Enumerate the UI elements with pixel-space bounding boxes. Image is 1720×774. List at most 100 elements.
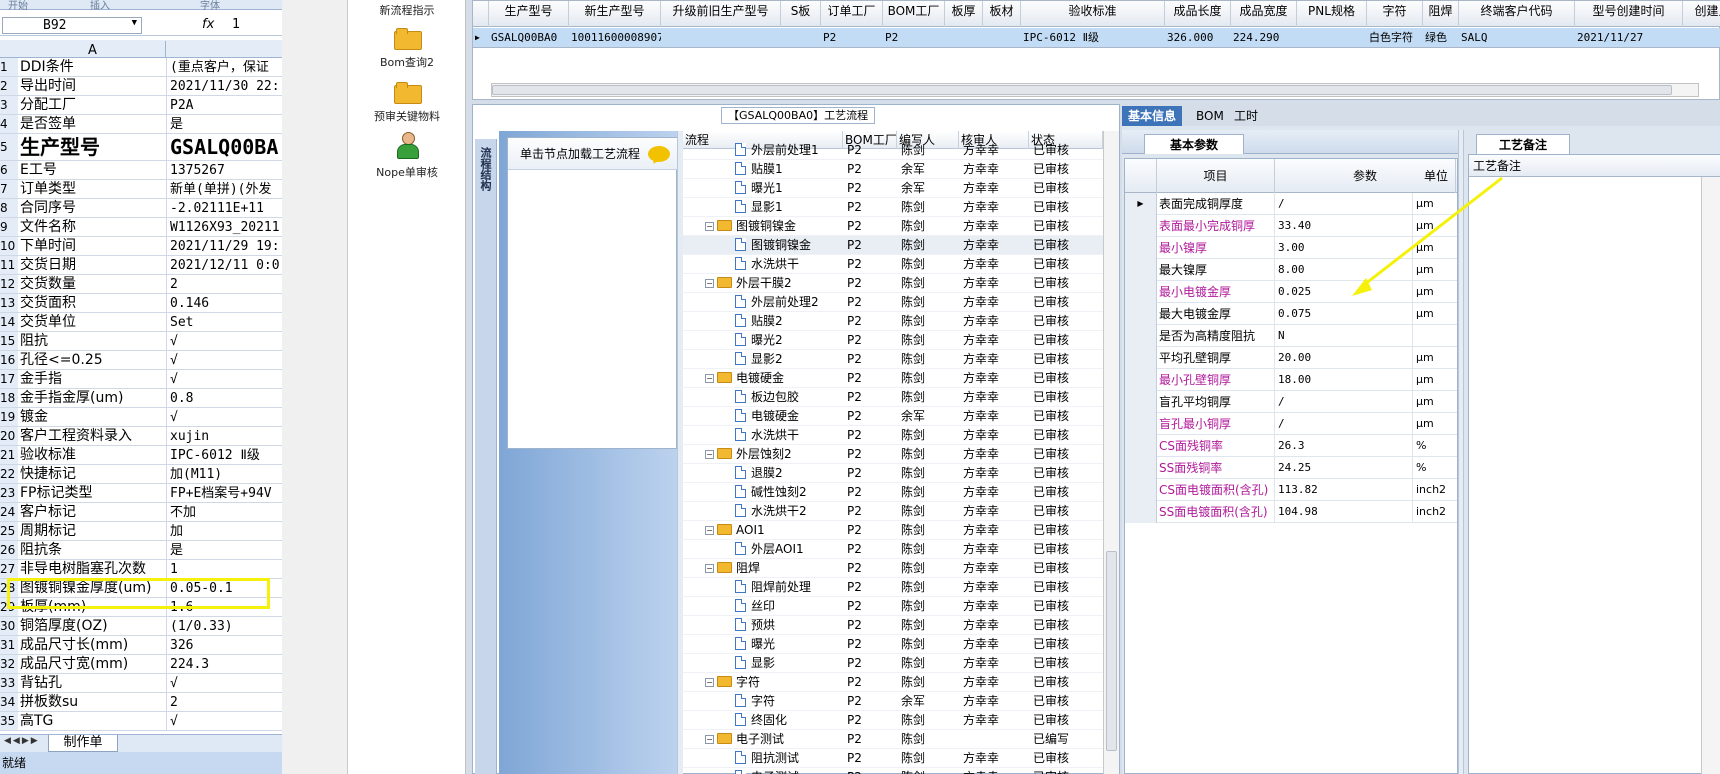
cell-a[interactable]: 背钻孔 (18, 674, 167, 692)
cell-b[interactable]: 326 (167, 636, 282, 654)
cell-b[interactable]: √ (167, 332, 282, 350)
param-value[interactable]: / (1275, 413, 1413, 435)
row-number[interactable]: 8 (0, 199, 18, 217)
grid-cell[interactable]: 2021/11/27 (1575, 28, 1683, 48)
grid-header-cell[interactable]: 创建人 (1683, 1, 1720, 27)
params-row[interactable]: 最小电镀金厚 0.025 μm (1125, 281, 1457, 303)
tree-node[interactable]: 水洗烘干2 (735, 502, 807, 521)
cell-b[interactable]: 0.146 (167, 294, 282, 312)
row-number[interactable]: 26 (0, 541, 18, 559)
sheet-row[interactable]: 35 高TG √ (0, 712, 282, 731)
model-grid-row-selected[interactable]: ▶ GSALQ00BA0 10011600008907 P2 P2 IPC-6012 Ⅱ级… (473, 28, 1720, 48)
grid-cell[interactable]: 326.000 (1165, 28, 1231, 48)
cell-b[interactable]: 不加 (167, 503, 282, 521)
tree-row[interactable]: 贴膜1 P2 余军 方幸幸 已审核 (683, 160, 1103, 179)
sheet-row[interactable]: 25 周期标记加 (0, 522, 282, 541)
tab-process-notes[interactable]: 工艺备注 (1476, 134, 1570, 154)
vertical-scrollbar[interactable] (1701, 177, 1720, 774)
cell-a[interactable]: 验收标准 (18, 446, 167, 464)
param-value[interactable]: N (1275, 325, 1413, 347)
sheet-row[interactable]: 26 阻抗条是 (0, 541, 282, 560)
row-number[interactable]: 30 (0, 617, 18, 635)
params-row[interactable]: CS面电镀面积(含孔) 113.82 inch2 (1125, 479, 1457, 501)
row-number[interactable]: 11 (0, 256, 18, 274)
params-header-unit[interactable]: 单位 (1413, 159, 1457, 193)
cell-a[interactable]: 金手指金厚(um) (18, 389, 167, 407)
row-number[interactable]: 6 (0, 161, 18, 179)
tree-row[interactable]: 水洗烘干 P2 陈剑 方幸幸 已审核 (683, 255, 1103, 274)
params-row[interactable]: SS面残铜率 24.25% (1125, 457, 1457, 479)
fx-icon[interactable]: fx (202, 17, 214, 32)
sheet-row[interactable]: 13 交货面积 0.146 (0, 294, 282, 313)
tree-row[interactable]: 阻抗测试 P2 陈剑 方幸幸 已审核 (683, 749, 1103, 768)
tree-node[interactable]: 字符 (735, 692, 775, 711)
grid-cell[interactable] (781, 28, 821, 48)
sheet-row[interactable]: 8 合同序号 -2.02111E+11 (0, 199, 282, 218)
row-number[interactable]: 34 (0, 693, 18, 711)
row-number[interactable]: 23 (0, 484, 18, 502)
sheet-row[interactable]: 24 客户标记 不加 (0, 503, 282, 522)
param-value[interactable]: / (1275, 391, 1413, 413)
grid-header-cell[interactable]: 阻焊 (1423, 1, 1459, 27)
tree-node[interactable]: 曝光2 (735, 331, 783, 350)
tree-node[interactable]: 显影1 (735, 198, 783, 217)
param-value[interactable]: 8.00 (1275, 259, 1413, 281)
tree-node[interactable]: 板边包胶 (735, 388, 799, 407)
tree-row[interactable]: − 字符 P2 陈剑 方幸幸 已审核 (683, 673, 1103, 692)
cell-a[interactable]: 交货日期 (18, 256, 167, 274)
sheet-row[interactable]: 10 下单时间 2021/11/29 19: (0, 237, 282, 256)
sheet-row[interactable]: 1 DDI条件 (重点客户，保证 (0, 58, 282, 77)
collapse-icon[interactable]: − (705, 735, 714, 744)
nav-item-new-process[interactable]: 新流程指示 (348, 2, 466, 18)
tree-node[interactable]: 阻抗测试 (735, 749, 799, 768)
param-value[interactable]: 0.025 (1275, 281, 1413, 303)
tree-row[interactable]: − 电镀硬金 P2 陈剑 方幸幸 已审核 (683, 369, 1103, 388)
cell-b[interactable]: 1 (167, 560, 282, 578)
row-number[interactable]: 7 (0, 180, 18, 198)
cell-b[interactable]: IPC-6012 Ⅱ级 (167, 446, 282, 464)
cell-b[interactable]: W1126X93_20211 (167, 218, 282, 236)
tree-node[interactable]: 显影 (735, 654, 775, 673)
horizontal-scrollbar[interactable] (491, 83, 1699, 97)
tree-node[interactable]: − 图镀铜镍金 (705, 217, 796, 236)
cell-a[interactable]: 成品尺寸宽(mm) (18, 655, 167, 673)
tree-row[interactable]: 贴膜2 P2 陈剑 方幸幸 已审核 (683, 312, 1103, 331)
ribbon-tab[interactable]: 开始 (8, 0, 28, 12)
row-number[interactable]: 19 (0, 408, 18, 426)
tree-row[interactable]: 丝印 P2 陈剑 方幸幸 已审核 (683, 597, 1103, 616)
param-value[interactable]: 33.40 (1275, 215, 1413, 237)
tab-basic-params[interactable]: 基本参数 (1144, 134, 1244, 154)
tree-row[interactable]: 图镀铜镍金 P2 陈剑 方幸幸 已审核 (683, 236, 1103, 255)
tree-node[interactable]: 终固化 (735, 711, 787, 730)
cell-a[interactable]: 生产型号 (18, 134, 167, 160)
tree-row[interactable]: 字符 P2 余军 方幸幸 已审核 (683, 692, 1103, 711)
collapse-icon[interactable]: − (705, 450, 714, 459)
load-process-button[interactable]: 单击节点加载工艺流程 (508, 138, 678, 170)
cell-a[interactable]: 周期标记 (18, 522, 167, 540)
params-row[interactable]: CS面残铜率 26.3% (1125, 435, 1457, 457)
cell-a[interactable]: 是否签单 (18, 115, 167, 133)
cell-b[interactable]: 2 (167, 693, 282, 711)
row-number[interactable]: 1 (0, 58, 18, 76)
tree-node[interactable]: − 阻焊 (705, 559, 760, 578)
tree-node[interactable]: 曝光 (735, 635, 775, 654)
nav-item-bom-query2[interactable]: Bom查询2 (348, 28, 466, 70)
tree-node[interactable]: − 外层蚀刻2 (705, 445, 792, 464)
row-number[interactable]: 2 (0, 77, 18, 95)
params-row[interactable]: 盲孔平均铜厚 / μm (1125, 391, 1457, 413)
vertical-scrollbar[interactable] (1103, 131, 1119, 774)
grid-cell[interactable] (945, 28, 983, 48)
grid-cell[interactable]: P2 (883, 28, 945, 48)
grid-cell[interactable]: 绿色 (1423, 28, 1459, 48)
tree-row[interactable]: − AOI1 P2 陈剑 方幸幸 已审核 (683, 521, 1103, 540)
grid-header-cell[interactable]: 升级前旧生产型号 (661, 1, 781, 27)
tree-node[interactable]: − 电子测试 (705, 730, 784, 749)
sheet-row[interactable]: 18 金手指金厚(um) 0.8 (0, 389, 282, 408)
cell-b[interactable]: 2021/12/11 0:0 (167, 256, 282, 274)
column-header-b[interactable] (167, 40, 282, 57)
sheet-row[interactable]: 2 导出时间 2021/11/30 22: (0, 77, 282, 96)
grid-header-cell[interactable]: 新生产型号 (569, 1, 661, 27)
sheet-row[interactable]: 23 FP标记类型 FP+E档案号+94V (0, 484, 282, 503)
params-header-item[interactable]: 项目 (1157, 159, 1275, 193)
cell-a[interactable]: DDI条件 (18, 58, 167, 76)
